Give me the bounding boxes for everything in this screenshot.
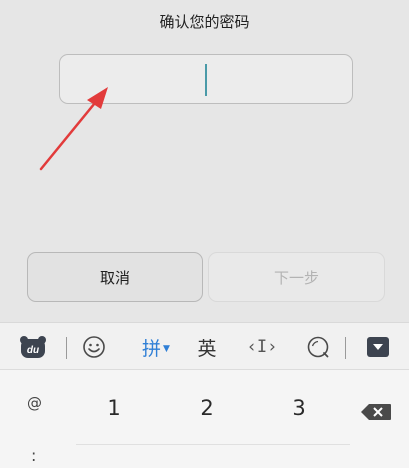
logo-text: du: [27, 345, 39, 356]
cancel-button[interactable]: 取消: [27, 252, 203, 302]
cursor-control-button[interactable]: ‹I›: [244, 323, 280, 371]
password-dialog: 确认您的密码 取消 下一步: [0, 0, 409, 322]
baidu-logo-icon[interactable]: du: [18, 323, 48, 371]
key-3[interactable]: 3: [279, 396, 319, 420]
smiley-icon[interactable]: [80, 323, 108, 371]
keyboard-keys: @ 1 2 3 :: [0, 370, 409, 468]
search-icon[interactable]: [304, 323, 332, 371]
key-2[interactable]: 2: [187, 396, 227, 420]
chevron-down-icon: ▼: [163, 343, 170, 354]
pinyin-mode-button[interactable]: 拼 ▼: [136, 323, 176, 371]
cursor-control-label: ‹I›: [246, 337, 278, 357]
keys-divider: [76, 444, 350, 445]
key-1[interactable]: 1: [94, 396, 134, 420]
key-at-symbol[interactable]: @: [27, 394, 42, 412]
english-label: 英: [197, 337, 217, 360]
backspace-icon[interactable]: [360, 403, 392, 425]
toolbar-separator: [66, 337, 67, 359]
key-colon-symbol[interactable]: :: [31, 446, 36, 465]
screen: 确认您的密码 取消 下一步 du 拼 ▼ 英 ‹I› @ 1 2 3:: [0, 0, 409, 468]
pinyin-label: 拼: [142, 337, 162, 360]
toolbar-separator: [345, 337, 346, 359]
english-mode-button[interactable]: 英: [193, 323, 221, 371]
next-step-button[interactable]: 下一步: [208, 252, 385, 302]
keyboard-toolbar: du 拼 ▼ 英 ‹I›: [0, 322, 409, 370]
keyboard-hide-icon[interactable]: [364, 323, 392, 371]
